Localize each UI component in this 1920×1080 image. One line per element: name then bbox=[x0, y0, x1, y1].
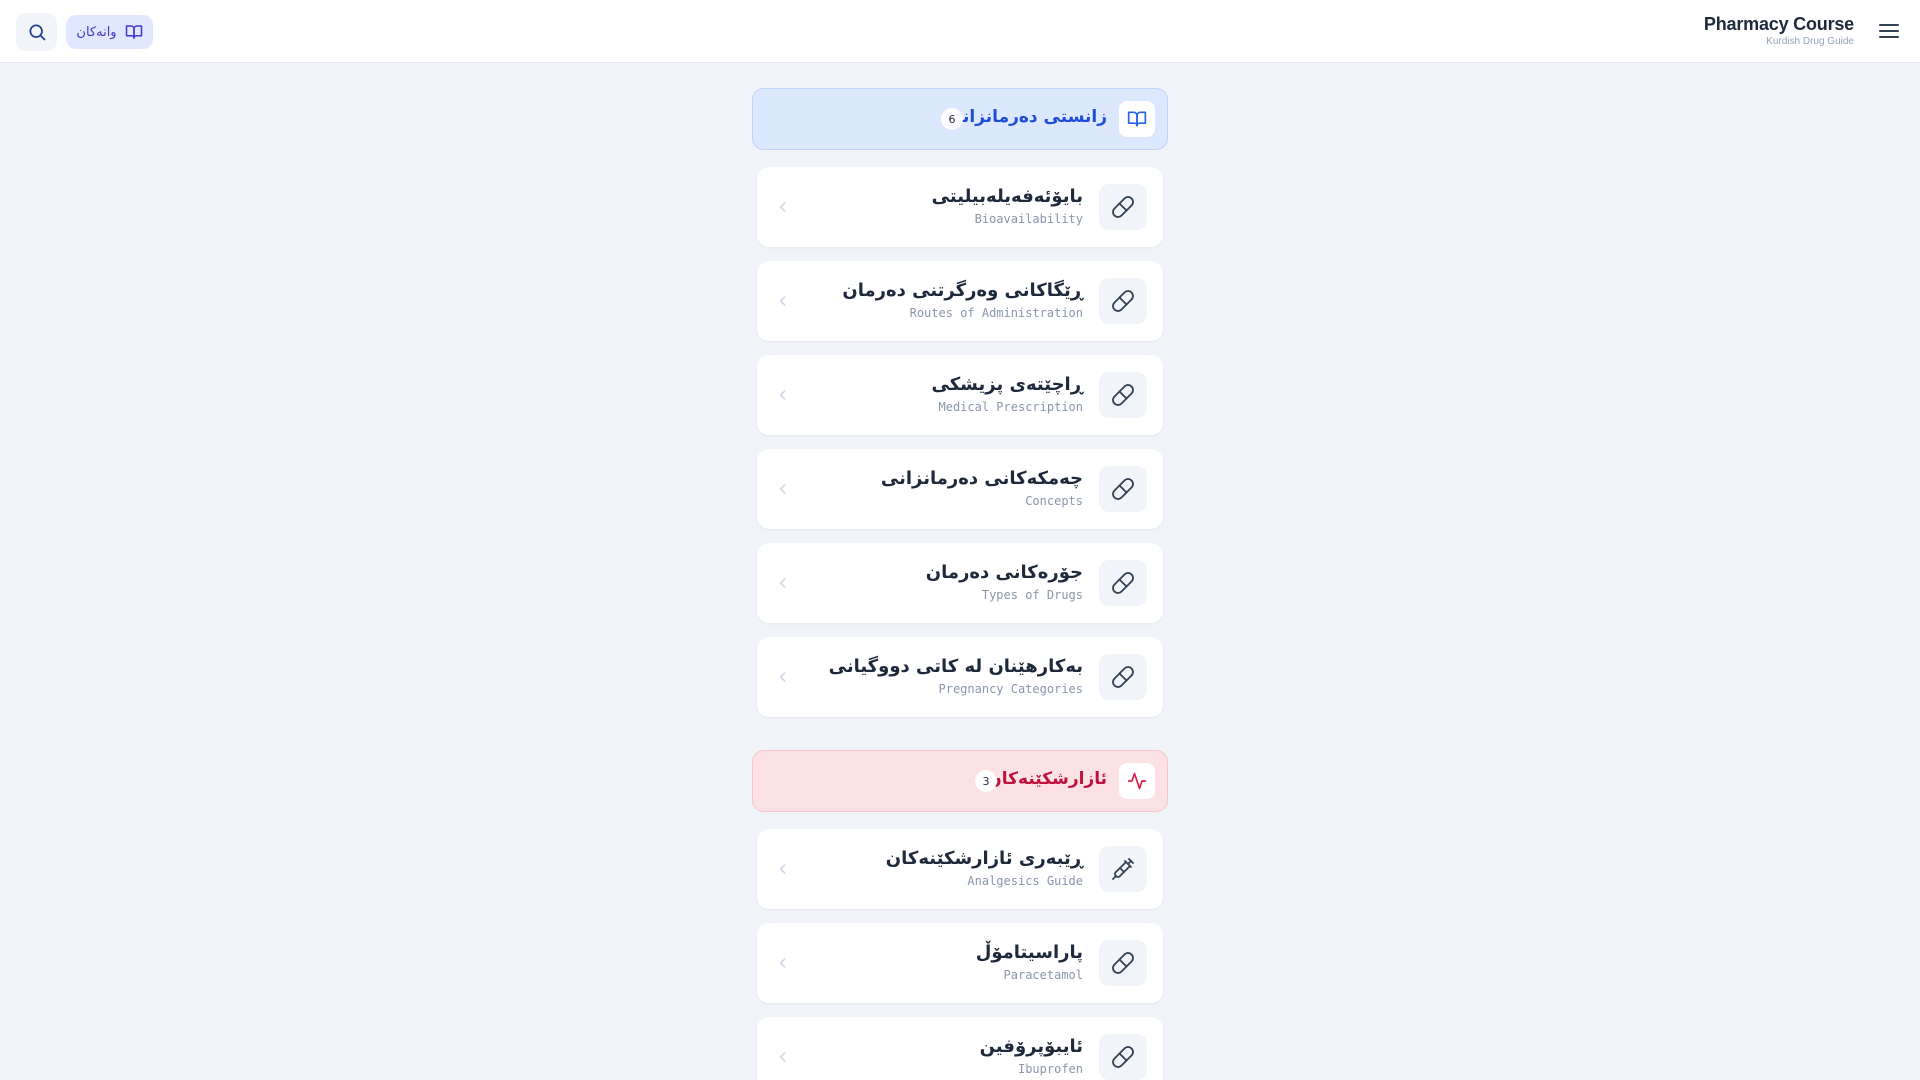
pill-icon bbox=[1099, 466, 1147, 512]
app-subtitle: Kurdish Drug Guide bbox=[1766, 36, 1854, 47]
lesson-title: بایۆئەفەیلەبیلیتی bbox=[931, 186, 1083, 207]
lesson-subtitle: Routes of Administration bbox=[909, 306, 1083, 320]
lesson-card[interactable]: ڕێگاکانی وەرگرتنی دەرمان Routes of Admin… bbox=[757, 261, 1163, 341]
search-icon bbox=[27, 22, 47, 42]
lesson-title: بەکارهێنان لە کاتی دووگیانی bbox=[828, 656, 1083, 677]
section-header-pharmacology[interactable]: زانستی دەرمانزانی 6 bbox=[752, 88, 1168, 150]
lesson-subtitle: Analgesics Guide bbox=[967, 874, 1083, 888]
pill-icon bbox=[1099, 372, 1147, 418]
lesson-subtitle: Bioavailability bbox=[974, 212, 1083, 226]
lesson-card[interactable]: ڕێبەری ئازارشکێنەکان Analgesics Guide bbox=[757, 829, 1163, 909]
app-title: Pharmacy Course bbox=[1703, 14, 1854, 34]
section-title: زانستی دەرمانزانی bbox=[945, 107, 1107, 127]
lesson-title: ئایبۆپرۆفین bbox=[979, 1036, 1083, 1057]
lesson-title: پاراسیتامۆڵ bbox=[975, 942, 1083, 963]
chevron-left-icon bbox=[775, 481, 791, 497]
lesson-title: چەمکەکانی دەرمانزانی bbox=[880, 468, 1083, 489]
open-book-icon bbox=[1119, 101, 1155, 137]
lesson-title: جۆرەکانی دەرمان bbox=[925, 562, 1083, 583]
lesson-subtitle: Types of Drugs bbox=[981, 588, 1083, 602]
activity-pulse-icon bbox=[1119, 763, 1155, 799]
section-count-badge: 3 bbox=[975, 770, 997, 792]
pill-icon bbox=[1099, 184, 1147, 230]
pill-icon bbox=[1099, 654, 1147, 700]
lesson-card[interactable]: چەمکەکانی دەرمانزانی Concepts bbox=[757, 449, 1163, 529]
course-list: زانستی دەرمانزانی 6 بایۆئەفەیلەبیلیتی Bi… bbox=[752, 88, 1168, 1080]
pill-icon bbox=[1099, 1034, 1147, 1080]
lesson-subtitle: Ibuprofen bbox=[1017, 1062, 1083, 1076]
chevron-left-icon bbox=[775, 387, 791, 403]
pill-icon bbox=[1099, 278, 1147, 324]
hamburger-menu-icon[interactable] bbox=[1876, 18, 1902, 44]
pill-icon bbox=[1099, 940, 1147, 986]
lessons-button[interactable]: وانەکان bbox=[66, 15, 153, 49]
chevron-left-icon bbox=[775, 955, 791, 971]
lesson-card[interactable]: بەکارهێنان لە کاتی دووگیانی Pregnancy Ca… bbox=[757, 637, 1163, 717]
lessons-label: وانەکان bbox=[76, 24, 117, 40]
section-count-badge: 6 bbox=[941, 108, 963, 130]
chevron-left-icon bbox=[775, 293, 791, 309]
lesson-title: ڕاچێتەی پزیشکی bbox=[931, 374, 1084, 395]
chevron-left-icon bbox=[775, 861, 791, 877]
brand: Pharmacy Course Kurdish Drug Guide bbox=[1704, 13, 1854, 48]
lesson-title: ڕێگاکانی وەرگرتنی دەرمان bbox=[842, 280, 1083, 301]
chevron-left-icon bbox=[775, 575, 791, 591]
lesson-card[interactable]: پاراسیتامۆڵ Paracetamol bbox=[757, 923, 1163, 1003]
pill-icon bbox=[1099, 560, 1147, 606]
section-title: ئازارشکێنەکان bbox=[987, 769, 1107, 789]
lesson-subtitle: Pregnancy Categories bbox=[938, 682, 1084, 696]
lesson-card[interactable]: بایۆئەفەیلەبیلیتی Bioavailability bbox=[757, 167, 1163, 247]
lesson-card[interactable]: جۆرەکانی دەرمان Types of Drugs bbox=[757, 543, 1163, 623]
lesson-subtitle: Medical Prescription bbox=[938, 400, 1084, 414]
search-button[interactable] bbox=[16, 13, 57, 51]
lesson-subtitle: Concepts bbox=[1025, 494, 1083, 508]
chevron-left-icon bbox=[775, 669, 791, 685]
lesson-subtitle: Paracetamol bbox=[1003, 968, 1083, 982]
chevron-left-icon bbox=[775, 199, 791, 215]
lesson-card[interactable]: ڕاچێتەی پزیشکی Medical Prescription bbox=[757, 355, 1163, 435]
open-book-icon bbox=[125, 23, 143, 41]
lesson-card[interactable]: ئایبۆپرۆفین Ibuprofen bbox=[757, 1017, 1163, 1080]
syringe-icon bbox=[1099, 846, 1147, 892]
section-header-analgesics[interactable]: ئازارشکێنەکان 3 bbox=[752, 750, 1168, 812]
top-bar: Pharmacy Course Kurdish Drug Guide وانەک… bbox=[0, 0, 1920, 63]
lesson-title: ڕێبەری ئازارشکێنەکان bbox=[885, 848, 1083, 869]
chevron-left-icon bbox=[775, 1049, 791, 1065]
